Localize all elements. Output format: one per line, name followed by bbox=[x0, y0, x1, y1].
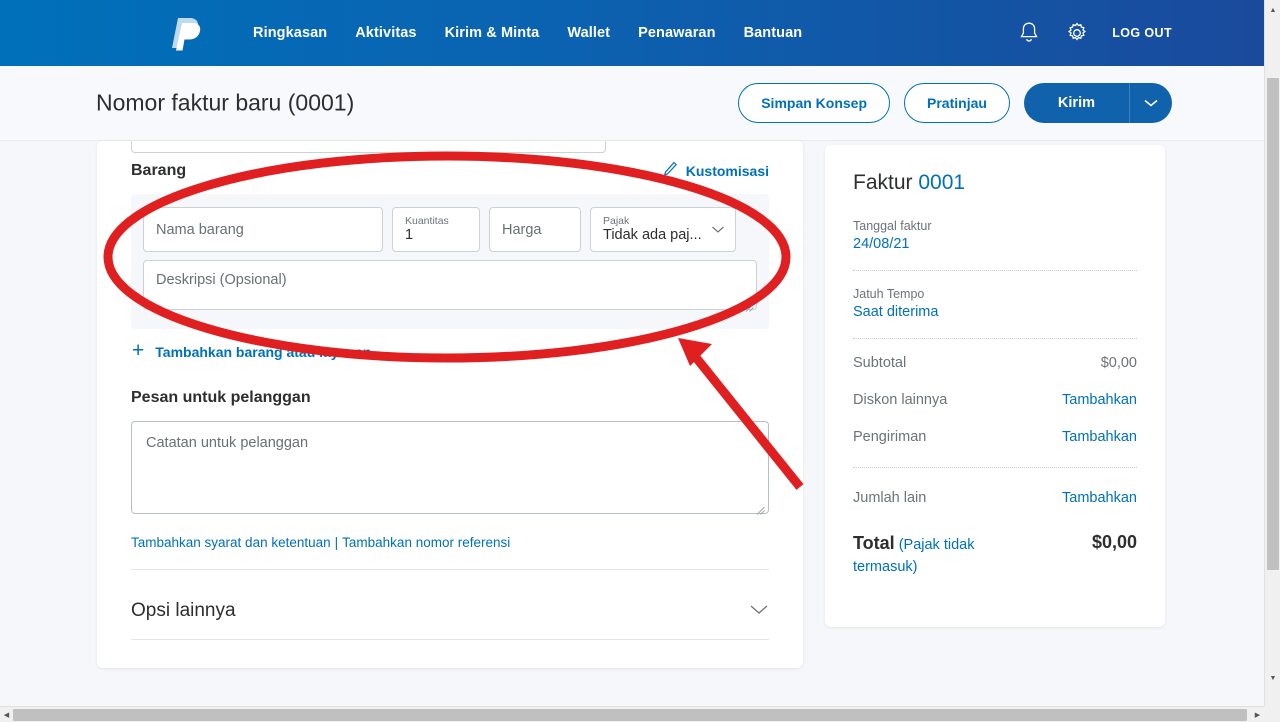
shipping-add-link[interactable]: Tambahkan bbox=[1062, 429, 1137, 445]
summary-row-shipping: Pengiriman Tambahkan bbox=[853, 429, 1137, 445]
save-draft-button[interactable]: Simpan Konsep bbox=[738, 83, 891, 123]
paypal-logo-icon[interactable] bbox=[168, 16, 202, 52]
bell-icon[interactable] bbox=[1016, 20, 1042, 46]
item-name-input[interactable]: Nama barang bbox=[143, 207, 383, 252]
more-options-accordion[interactable]: Opsi lainnya bbox=[131, 586, 769, 636]
pencil-icon bbox=[663, 161, 678, 180]
plus-icon: + bbox=[132, 339, 145, 362]
quantity-label: Kuantitas bbox=[405, 215, 449, 227]
gear-icon[interactable] bbox=[1064, 20, 1090, 46]
divider-1 bbox=[853, 270, 1137, 271]
add-item-label: Tambahkan barang atau layanan bbox=[155, 343, 372, 360]
total-value: $0,00 bbox=[1091, 532, 1137, 552]
items-section-header: Barang Kustomisasi bbox=[131, 161, 769, 180]
page-title: Nomor faktur baru (0001) bbox=[96, 89, 355, 116]
divider-below-more-options bbox=[131, 639, 769, 640]
summary-row-subtotal: Subtotal $0,00 bbox=[853, 355, 1137, 371]
price-placeholder: Harga bbox=[502, 221, 542, 238]
nav-item-wallet[interactable]: Wallet bbox=[567, 25, 610, 41]
subtotal-value: $0,00 bbox=[1100, 355, 1137, 371]
summary-row-discount: Diskon lainnya Tambahkan bbox=[853, 392, 1137, 408]
tax-chevron-down-icon[interactable] bbox=[711, 221, 725, 239]
discount-add-link[interactable]: Tambahkan bbox=[1062, 392, 1137, 408]
preview-button[interactable]: Pratinjau bbox=[904, 83, 1010, 123]
vertical-scrollbar[interactable]: ▲ ▼ bbox=[1264, 0, 1280, 706]
send-split-button: Kirim bbox=[1023, 83, 1172, 123]
send-button[interactable]: Kirim bbox=[1024, 83, 1130, 123]
subtotal-label: Subtotal bbox=[853, 355, 907, 371]
header-actions: Simpan Konsep Pratinjau Kirim bbox=[738, 83, 1172, 123]
scroll-left-arrow-icon[interactable]: ◀ bbox=[0, 707, 13, 722]
tax-value: Tidak ada paj... bbox=[603, 227, 702, 243]
tax-label: Pajak bbox=[603, 215, 630, 227]
invoice-number: 0001 bbox=[918, 171, 966, 194]
other-amount-add-link[interactable]: Tambahkan bbox=[1062, 490, 1137, 506]
invoice-date-value[interactable]: 24/08/21 bbox=[853, 236, 1137, 252]
scroll-right-arrow-icon[interactable]: ▶ bbox=[1251, 707, 1264, 722]
summary-row-other-amount: Jumlah lain Tambahkan bbox=[853, 490, 1137, 506]
horizontal-scrollbar[interactable]: ◀ ▶ bbox=[0, 706, 1280, 722]
nav-item-aktivitas[interactable]: Aktivitas bbox=[355, 25, 416, 41]
total-label: Total bbox=[853, 533, 895, 553]
invoice-date-block: Tanggal faktur 24/08/21 bbox=[853, 219, 1137, 252]
resize-grip-icon[interactable] bbox=[745, 299, 754, 312]
scroll-down-arrow-icon[interactable]: ▼ bbox=[1265, 670, 1280, 686]
message-section-label: Pesan untuk pelanggan bbox=[131, 389, 311, 406]
divider-2 bbox=[853, 338, 1137, 339]
top-navigation-bar: Ringkasan Aktivitas Kirim & Minta Wallet… bbox=[0, 0, 1264, 66]
invoice-panel-title: Faktur 0001 bbox=[853, 171, 1137, 195]
scrollbar-corner bbox=[1264, 706, 1280, 722]
item-name-placeholder: Nama barang bbox=[156, 221, 244, 238]
add-terms-link[interactable]: Tambahkan syarat dan ketentuan bbox=[131, 535, 331, 550]
message-placeholder: Catatan untuk pelanggan bbox=[146, 435, 309, 451]
more-options-chevron-down-icon[interactable] bbox=[749, 602, 769, 620]
shipping-label: Pengiriman bbox=[853, 429, 927, 445]
nav-item-ringkasan[interactable]: Ringkasan bbox=[253, 25, 327, 41]
clipped-field-above[interactable] bbox=[131, 141, 606, 153]
invoice-date-label: Tanggal faktur bbox=[853, 219, 932, 233]
paypal-invoice-page: Ringkasan Aktivitas Kirim & Minta Wallet… bbox=[0, 0, 1280, 722]
nav-item-bantuan[interactable]: Bantuan bbox=[744, 25, 803, 41]
nav-right-actions: LOG OUT bbox=[1016, 0, 1172, 66]
nav-item-penawaran[interactable]: Penawaran bbox=[638, 25, 715, 41]
customize-link[interactable]: Kustomisasi bbox=[663, 161, 769, 180]
send-options-chevron-down-icon[interactable] bbox=[1130, 83, 1172, 123]
footer-links: Tambahkan syarat dan ketentuan | Tambahkan… bbox=[131, 535, 510, 550]
summary-row-total: Total (Pajak tidak termasuk) $0,00 bbox=[853, 532, 1137, 578]
nav-links: Ringkasan Aktivitas Kirim & Minta Wallet… bbox=[253, 0, 802, 66]
horizontal-scrollbar-thumb[interactable] bbox=[13, 709, 1247, 721]
customize-label: Kustomisasi bbox=[685, 162, 769, 179]
discount-label: Diskon lainnya bbox=[853, 392, 948, 408]
price-input[interactable]: Harga bbox=[489, 207, 581, 252]
invoice-summary-panel: Faktur 0001 Tanggal faktur 24/08/21 Jatu… bbox=[825, 145, 1165, 627]
divider-3 bbox=[853, 467, 1137, 468]
quantity-input[interactable]: Kuantitas 1 bbox=[392, 207, 480, 252]
items-section-title: Barang bbox=[131, 161, 187, 179]
due-date-label: Jatuh Tempo bbox=[853, 287, 925, 301]
total-label-group: Total (Pajak tidak termasuk) bbox=[853, 532, 1038, 578]
message-textarea[interactable]: Catatan untuk pelanggan bbox=[131, 421, 769, 515]
scroll-up-arrow-icon[interactable]: ▲ bbox=[1265, 2, 1280, 18]
vertical-scrollbar-thumb[interactable] bbox=[1267, 78, 1279, 570]
logout-button[interactable]: LOG OUT bbox=[1112, 26, 1172, 40]
line-item-fields: Nama barang Kuantitas 1 Harga Pajak Tida… bbox=[143, 207, 757, 252]
quantity-value: 1 bbox=[405, 227, 414, 243]
links-separator: | bbox=[334, 535, 339, 550]
invoice-form-card: Barang Kustomisasi Nama barang Kuantitas… bbox=[97, 141, 803, 668]
invoice-title-prefix: Faktur bbox=[853, 171, 913, 194]
add-reference-link[interactable]: Tambahkan nomor referensi bbox=[342, 535, 510, 550]
description-input[interactable]: Deskripsi (Opsional) bbox=[143, 260, 757, 312]
other-amount-label: Jumlah lain bbox=[853, 490, 927, 506]
page-subheader: Nomor faktur baru (0001) Simpan Konsep P… bbox=[0, 66, 1264, 141]
tax-select[interactable]: Pajak Tidak ada paj... bbox=[590, 207, 736, 252]
more-options-label: Opsi lainnya bbox=[131, 600, 236, 621]
due-date-value[interactable]: Saat diterima bbox=[853, 304, 1137, 320]
add-item-link[interactable]: + Tambahkan barang atau layanan bbox=[132, 339, 372, 362]
divider-above-more-options bbox=[131, 569, 769, 570]
nav-item-kirim-minta[interactable]: Kirim & Minta bbox=[445, 25, 540, 41]
line-item-row: Nama barang Kuantitas 1 Harga Pajak Tida… bbox=[131, 194, 769, 329]
message-resize-grip-icon[interactable] bbox=[756, 502, 765, 515]
description-placeholder: Deskripsi (Opsional) bbox=[156, 272, 287, 288]
due-date-block: Jatuh Tempo Saat diterima bbox=[853, 287, 1137, 320]
